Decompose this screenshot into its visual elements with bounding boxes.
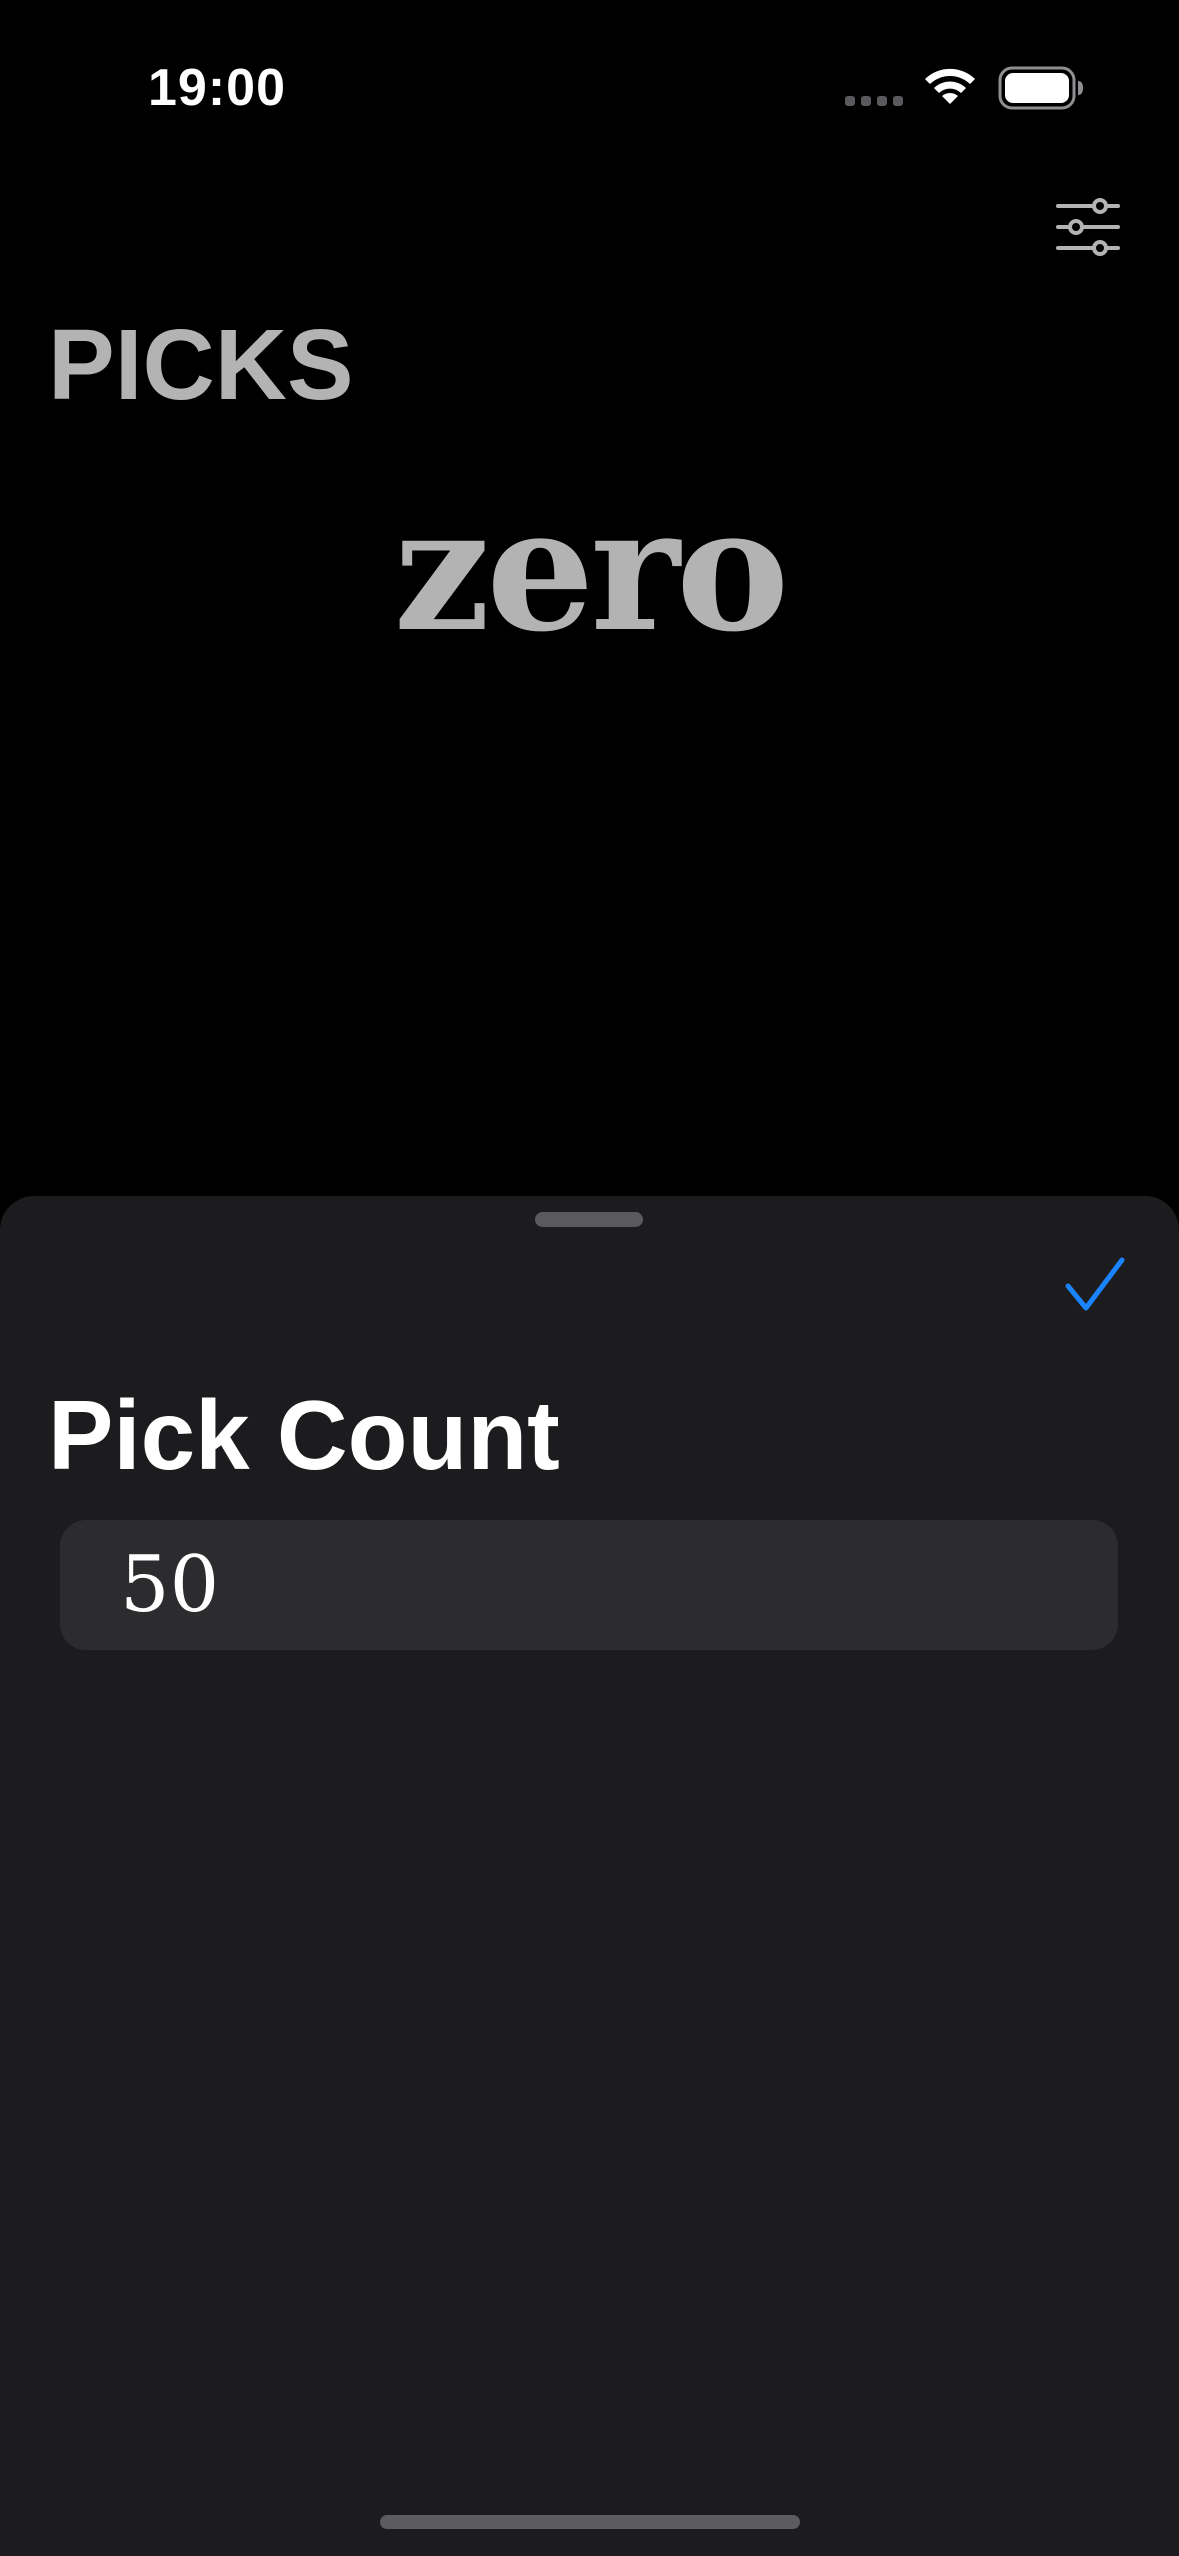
home-indicator[interactable] [380, 2515, 800, 2529]
sliders-icon[interactable] [1050, 196, 1126, 258]
wifi-icon [925, 68, 975, 104]
status-time: 19:00 [148, 59, 286, 117]
checkmark-icon[interactable] [1058, 1248, 1130, 1320]
pick-count-field[interactable]: 50 [60, 1520, 1118, 1650]
battery-icon [998, 66, 1083, 110]
pick-count-value[interactable]: 50 [120, 1546, 219, 1624]
cellular-dots-icon [845, 96, 903, 106]
page-title: PICKS [48, 309, 354, 421]
sheet-grabber[interactable] [535, 1212, 643, 1227]
bottom-sheet: Pick Count 50 [0, 1196, 1179, 2556]
sheet-title: Pick Count [48, 1380, 560, 1490]
status-bar: 19:00 [0, 0, 1179, 170]
hero-word: zero [393, 470, 790, 670]
